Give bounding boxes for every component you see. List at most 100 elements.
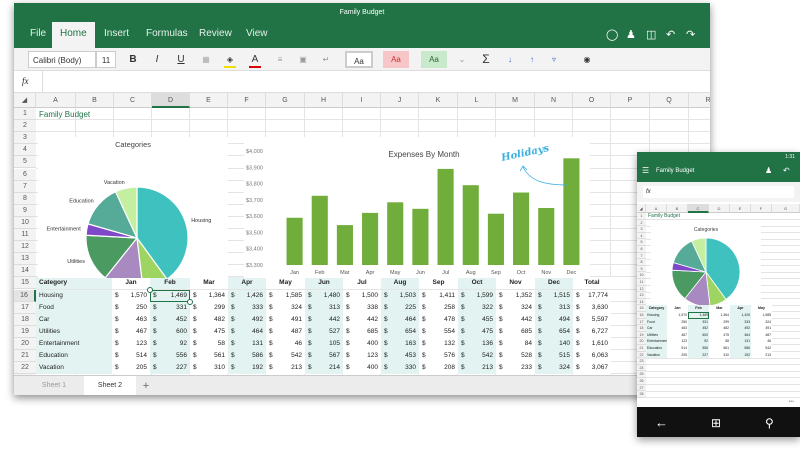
cell-style-normal[interactable]: Aa xyxy=(345,51,373,68)
value-cell[interactable]: $310 xyxy=(190,362,228,375)
category-cell[interactable]: Vacation xyxy=(36,362,112,375)
find-icon[interactable]: ◉ xyxy=(581,51,593,68)
back-icon[interactable]: ← xyxy=(655,415,668,430)
value-cell[interactable]: $136 xyxy=(458,337,496,350)
selected-cell[interactable] xyxy=(688,312,709,319)
value-cell[interactable]: 556 xyxy=(688,345,709,352)
value-cell[interactable]: $1,411 xyxy=(419,289,458,302)
row-header-4[interactable]: 4 xyxy=(14,144,36,157)
value-cell[interactable]: $322 xyxy=(458,301,496,314)
table-header[interactable]: Category xyxy=(646,305,667,312)
value-cell[interactable]: $464 xyxy=(381,313,419,326)
value-cell[interactable]: $6,727 xyxy=(573,325,611,338)
table-header-sep[interactable]: Sep xyxy=(419,277,458,290)
row-header[interactable]: 6 xyxy=(637,246,646,253)
value-cell[interactable]: 561 xyxy=(709,345,730,352)
value-cell[interactable]: 333 xyxy=(730,318,751,326)
spreadsheet-grid[interactable]: ◢ A B C D E F G H I J K L M N O P Q R 1 2 3 4 5 6 7 8 9 10 11 12 13 14 15… xyxy=(14,93,710,375)
value-cell[interactable]: $554 xyxy=(419,325,458,338)
table-header-apr[interactable]: Apr xyxy=(228,277,266,290)
value-cell[interactable]: 324 xyxy=(751,318,772,326)
merge-icon[interactable]: ▣ xyxy=(297,51,309,68)
value-cell[interactable]: $467 xyxy=(112,325,150,338)
column-header-q[interactable]: Q xyxy=(650,93,689,108)
row-header-1[interactable]: 1 xyxy=(14,108,36,121)
align-icon[interactable]: ≡ xyxy=(274,51,286,68)
category-cell[interactable]: Food xyxy=(646,318,667,326)
column-header-l[interactable]: L xyxy=(458,93,496,108)
table-header-dec[interactable]: Dec xyxy=(535,277,573,290)
row-header[interactable]: 16 xyxy=(637,312,646,319)
value-cell[interactable]: $324 xyxy=(266,301,305,314)
sheet-title-cell[interactable]: Family Budget xyxy=(39,109,90,121)
font-color-icon[interactable]: A xyxy=(249,51,261,68)
category-cell[interactable]: Car xyxy=(646,325,667,332)
row-header[interactable]: 5 xyxy=(637,239,646,246)
autosum-button[interactable]: Σ xyxy=(480,51,492,68)
hamburger-icon[interactable]: ☰ xyxy=(642,166,649,175)
value-cell[interactable]: 213 xyxy=(751,351,772,359)
share-icon[interactable]: ♟ xyxy=(765,166,772,175)
column-header-k[interactable]: K xyxy=(419,93,458,108)
value-cell[interactable]: $475 xyxy=(458,325,496,338)
value-cell[interactable]: 331 xyxy=(688,318,709,326)
row-header[interactable]: 19 xyxy=(637,331,646,339)
value-cell[interactable]: $492 xyxy=(228,313,266,326)
value-cell[interactable]: 1,570 xyxy=(667,312,688,319)
category-cell[interactable]: Food xyxy=(36,301,112,314)
value-cell[interactable]: $214 xyxy=(305,362,343,375)
row-header[interactable]: 12 xyxy=(637,285,646,293)
value-cell[interactable]: $576 xyxy=(419,350,458,362)
value-cell[interactable]: $542 xyxy=(458,350,496,362)
row-header-21[interactable]: 21 xyxy=(14,350,36,363)
row-header-3[interactable]: 3 xyxy=(14,132,36,145)
value-cell[interactable]: $58 xyxy=(190,337,228,350)
row-header[interactable]: 18 xyxy=(637,325,646,332)
row-header-11[interactable]: 11 xyxy=(14,229,36,242)
value-cell[interactable]: 192 xyxy=(730,351,751,359)
value-cell[interactable]: $1,426 xyxy=(228,289,266,302)
value-cell[interactable]: $140 xyxy=(535,337,573,350)
value-cell[interactable]: $491 xyxy=(266,313,305,326)
select-all-corner[interactable]: ◢ xyxy=(637,204,646,213)
row-header-22[interactable]: 22 xyxy=(14,362,36,375)
category-cell[interactable]: Vacation xyxy=(646,351,667,359)
wrap-text-icon[interactable]: ↵ xyxy=(320,51,332,68)
row-header[interactable]: 17 xyxy=(637,318,646,326)
value-cell[interactable]: $192 xyxy=(228,362,266,375)
tab-insert[interactable]: Insert xyxy=(96,22,137,48)
undo-icon[interactable]: ↶ xyxy=(783,166,790,175)
value-cell[interactable]: $3,630 xyxy=(573,301,611,314)
table-header-feb[interactable]: Feb xyxy=(150,277,190,290)
select-all-corner[interactable]: ◢ xyxy=(14,93,36,108)
row-header-10[interactable]: 10 xyxy=(14,216,36,229)
category-cell[interactable]: Entertainment xyxy=(36,337,112,350)
column-header-d[interactable]: D xyxy=(709,204,730,213)
column-header-r[interactable]: R xyxy=(689,93,710,108)
value-cell[interactable]: $442 xyxy=(343,313,381,326)
value-cell[interactable]: 227 xyxy=(688,351,709,359)
value-cell[interactable]: $1,500 xyxy=(343,289,381,302)
column-header-f[interactable]: F xyxy=(751,204,772,213)
row-header-13[interactable]: 13 xyxy=(14,253,36,266)
value-cell[interactable]: $1,515 xyxy=(535,289,573,302)
cell-style-good[interactable]: Aa xyxy=(421,51,447,68)
value-cell[interactable]: $92 xyxy=(150,337,190,350)
value-cell[interactable]: $132 xyxy=(419,337,458,350)
row-header-20[interactable]: 20 xyxy=(14,337,36,350)
underline-button[interactable]: U xyxy=(174,51,188,68)
value-cell[interactable]: $6,063 xyxy=(573,350,611,362)
row-header-16[interactable]: 16 xyxy=(14,289,36,302)
share-icon[interactable]: ♟ xyxy=(626,28,636,41)
redo-icon[interactable]: ↷ xyxy=(686,28,695,41)
value-cell[interactable]: 250 xyxy=(667,318,688,326)
value-cell[interactable]: $685 xyxy=(496,325,535,338)
selected-cell[interactable] xyxy=(150,289,190,302)
chevron-down-icon[interactable]: ⌄ xyxy=(457,51,467,68)
value-cell[interactable]: $463 xyxy=(112,313,150,326)
phone-grid[interactable]: ◢ A B C D E F G 1 2 3 4 5 6 7 8 9 10 11 12 13 14 15 16 17 18 19 20 2… xyxy=(637,204,800,407)
table-header-total[interactable]: Total xyxy=(573,277,611,290)
italic-button[interactable]: I xyxy=(150,51,164,68)
value-cell[interactable]: $487 xyxy=(266,325,305,338)
value-cell[interactable]: $515 xyxy=(535,350,573,362)
